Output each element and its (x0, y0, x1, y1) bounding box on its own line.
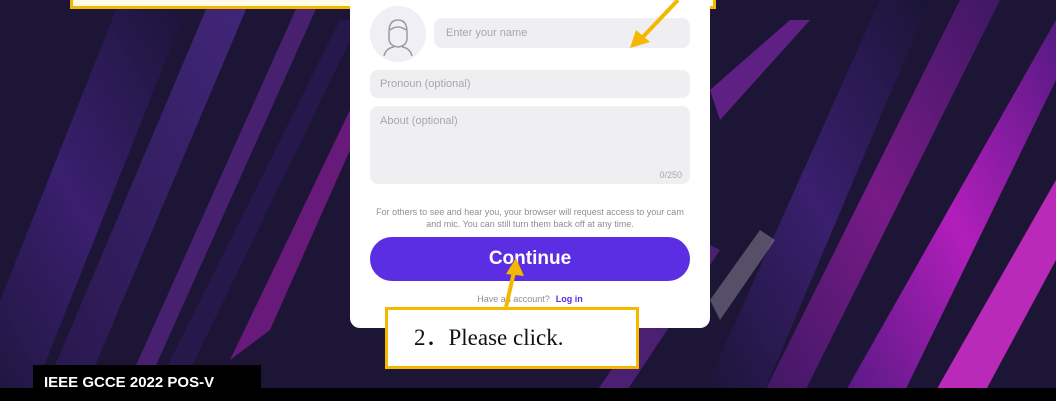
name-input[interactable]: Enter your name (434, 18, 690, 48)
avatar-placeholder-icon (383, 19, 413, 57)
about-char-counter: 0/250 (659, 170, 682, 180)
annotation-callout-box: 2．Please click. (385, 307, 639, 369)
name-placeholder: Enter your name (446, 27, 528, 39)
pronoun-input[interactable]: Pronoun (optional) (370, 70, 690, 98)
login-link[interactable]: Log in (556, 294, 583, 304)
about-placeholder: About (optional) (380, 115, 458, 127)
account-prompt-text: Have an account? (477, 294, 550, 304)
annotation-callout-text: 2．Please click. (414, 325, 564, 350)
avatar-upload[interactable] (370, 6, 426, 62)
account-prompt: Have an account? Log in (350, 294, 710, 304)
conference-label: IEEE GCCE 2022 POS-V (33, 365, 261, 401)
continue-button[interactable]: Continue (370, 237, 690, 281)
pronoun-placeholder: Pronoun (optional) (380, 78, 471, 90)
signup-card: Enter your name Pronoun (optional) About… (350, 0, 710, 328)
about-textarea[interactable]: About (optional) 0/250 (370, 106, 690, 184)
permission-notice: For others to see and hear you, your bro… (376, 207, 684, 229)
